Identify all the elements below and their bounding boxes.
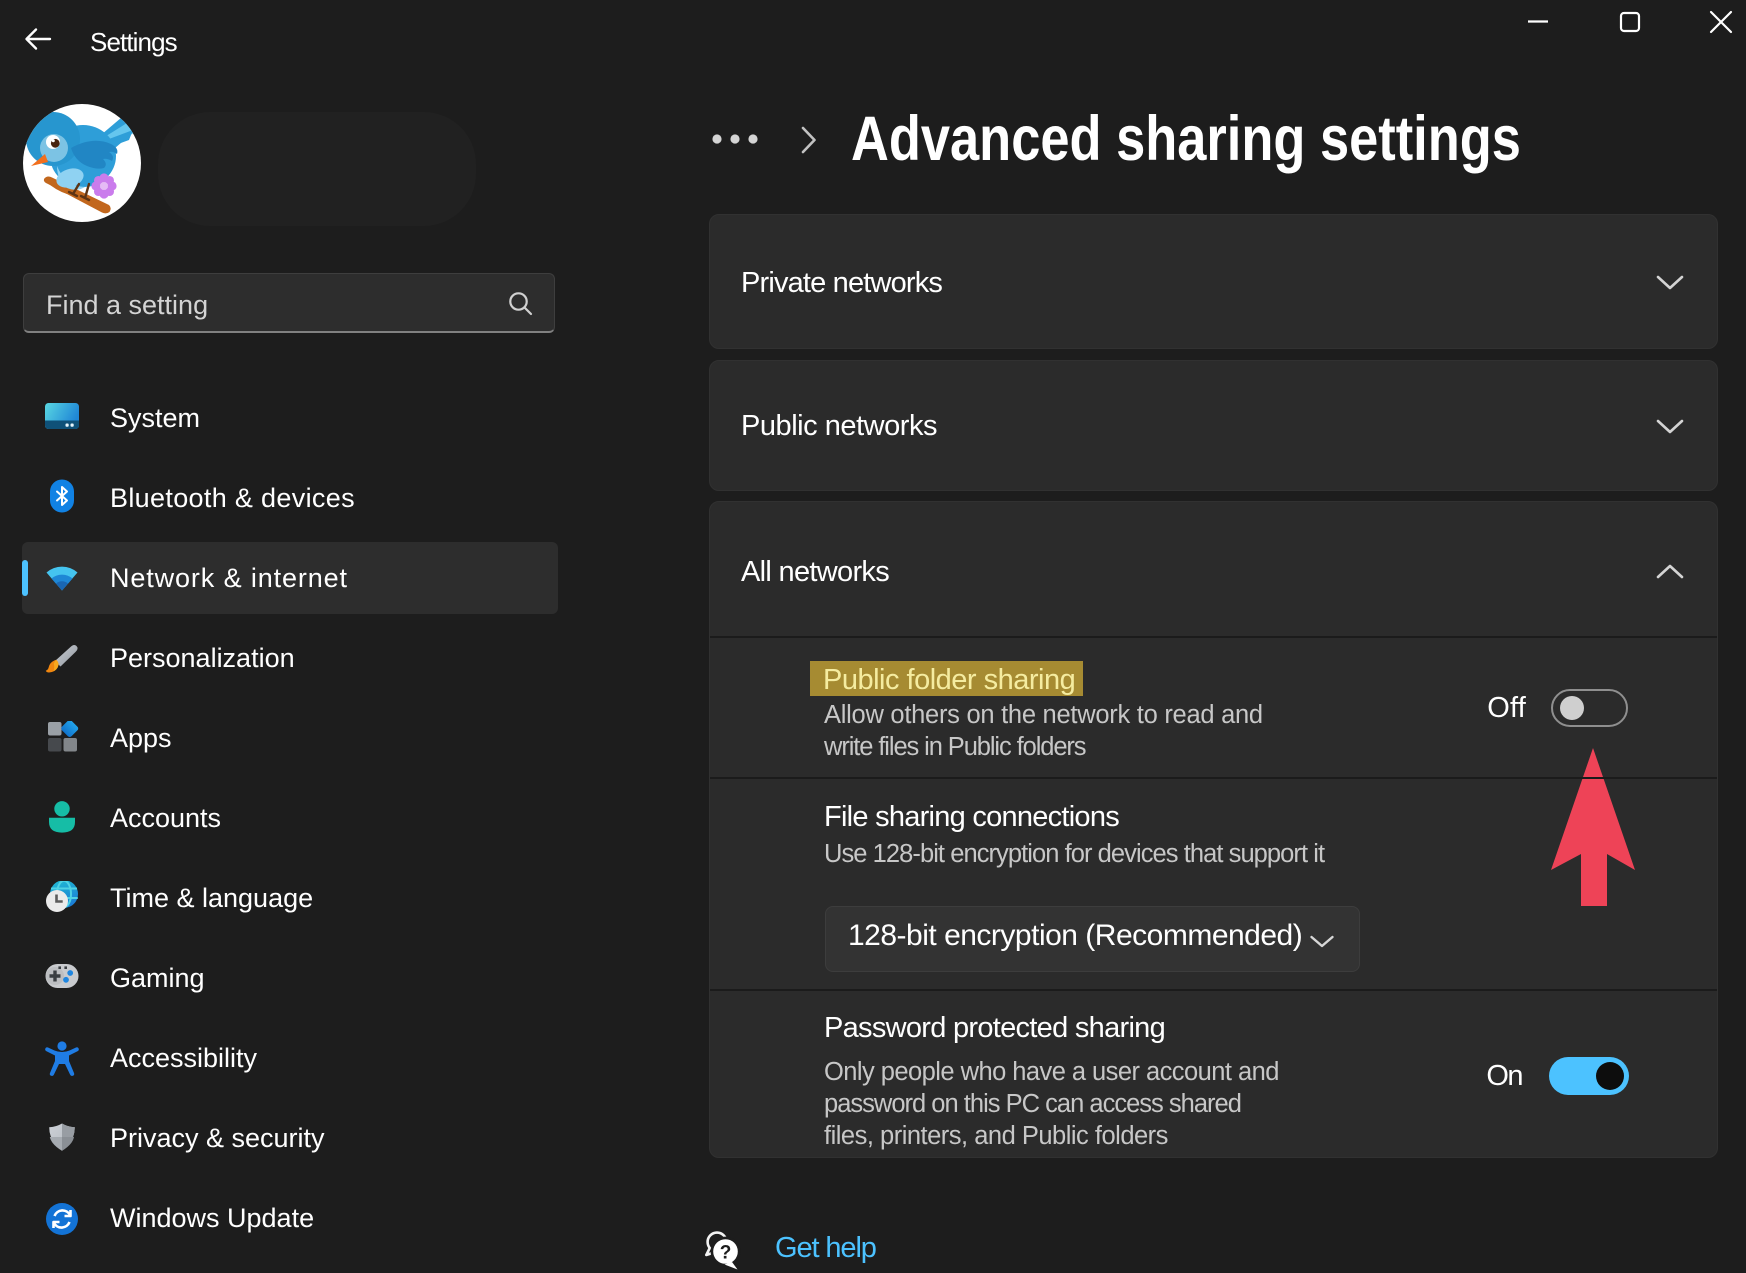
svg-text:?: ?: [720, 1243, 732, 1264]
